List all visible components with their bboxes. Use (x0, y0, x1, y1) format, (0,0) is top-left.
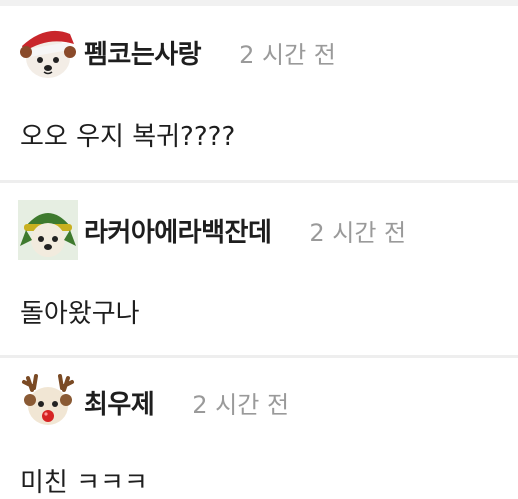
comment-header: 최우제 2 시간 전 (18, 372, 289, 432)
comment-username[interactable]: 최우제 (84, 384, 155, 421)
comment-username[interactable]: 라커아에라백잔데 (84, 212, 272, 249)
comment-header: 펨코는사랑 2 시간 전 (18, 22, 336, 82)
comment-header: 라커아에라백잔데 2 시간 전 (18, 200, 406, 260)
comment-username[interactable]: 펨코는사랑 (84, 34, 202, 71)
comment-timestamp: 2 시간 전 (309, 218, 407, 247)
comment-timestamp: 2 시간 전 (192, 390, 290, 419)
reindeer-dog-icon[interactable] (18, 372, 78, 432)
comment-text: 오오 우지 복귀???? (20, 122, 236, 152)
comment-item: 라커아에라백잔데 2 시간 전 돌아왔구나 (0, 183, 518, 355)
comment-item: 펨코는사랑 2 시간 전 오오 우지 복귀???? (0, 0, 518, 180)
comment-timestamp: 2 시간 전 (239, 40, 336, 69)
comment-text: 돌아왔구나 (20, 299, 140, 329)
santa-hat-dog-icon[interactable] (18, 22, 78, 82)
comment-item: 최우제 2 시간 전 미친 ㅋㅋㅋ (0, 358, 518, 498)
elf-hat-dog-icon[interactable] (18, 200, 78, 260)
